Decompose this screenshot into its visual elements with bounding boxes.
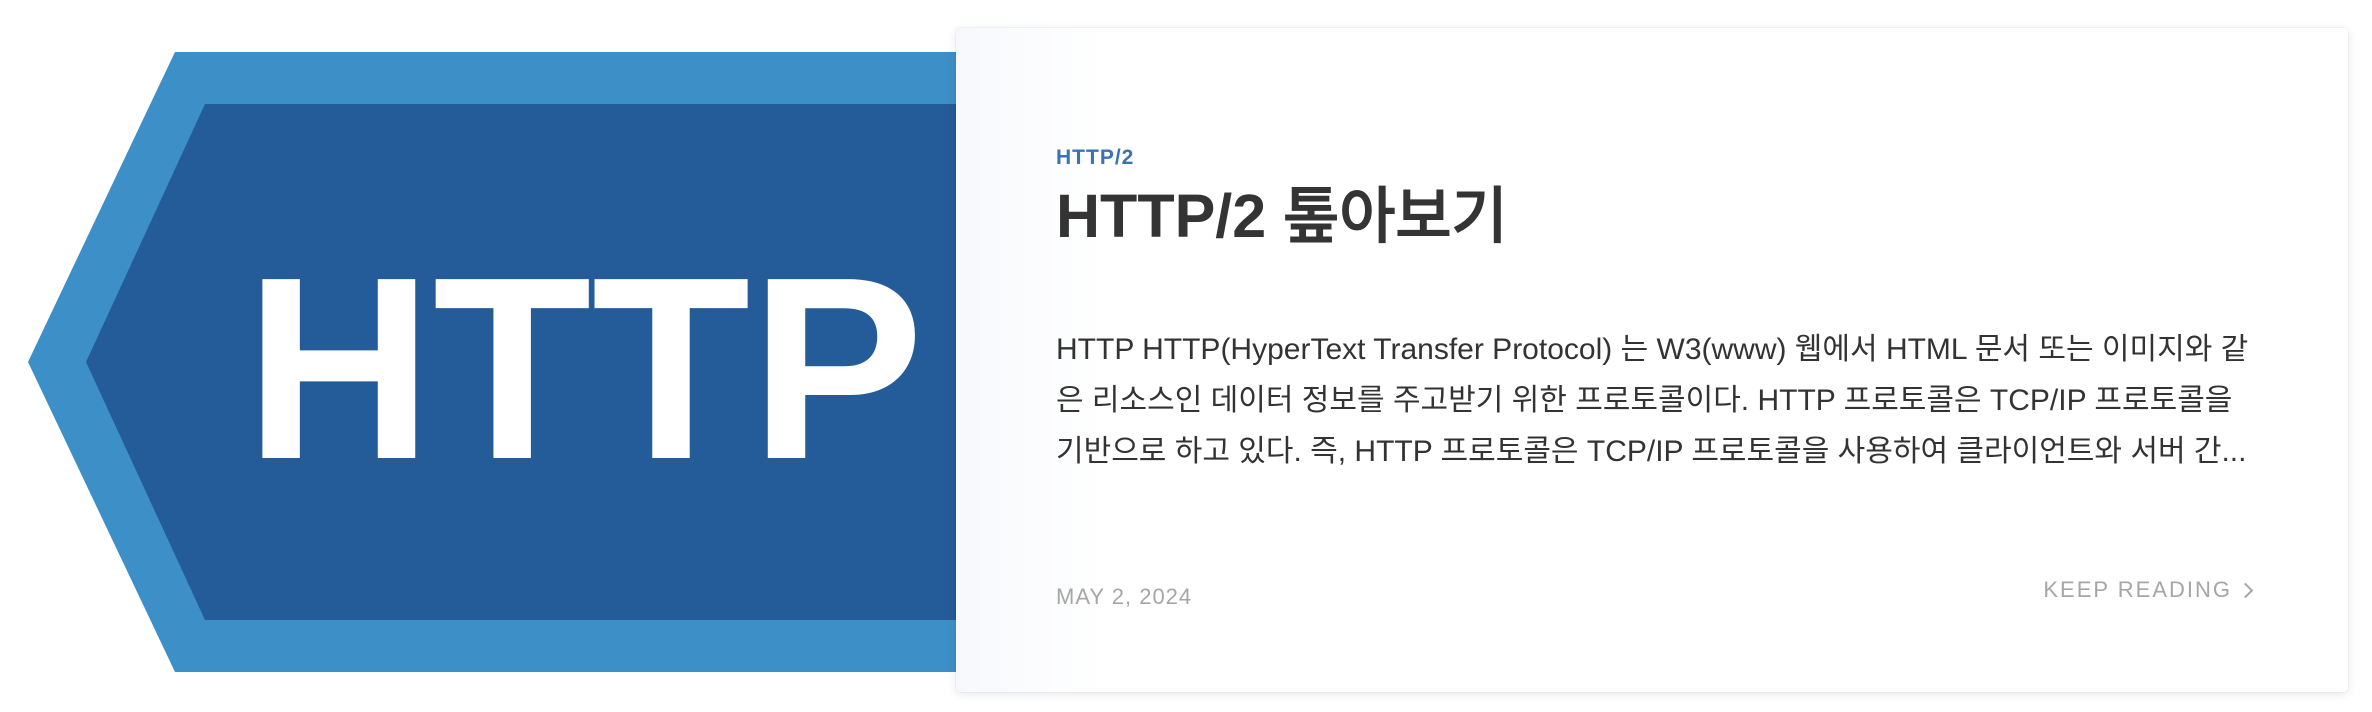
post-title[interactable]: HTTP/2 톺아보기 bbox=[1056, 180, 2256, 253]
post-card: HTTP/2 HTTP/2 톺아보기 HTTP HTTP(HyperText T… bbox=[956, 28, 2348, 692]
chevron-right-icon bbox=[2237, 582, 2254, 599]
post-preview: HTTP HTTP/2 HTTP/2 톺아보기 HTTP HTTP(HyperT… bbox=[0, 0, 2372, 712]
post-date: MAY 2, 2024 bbox=[1056, 584, 1193, 609]
keep-reading-label: KEEP READING bbox=[2043, 577, 2232, 602]
post-category-link[interactable]: HTTP/2 bbox=[1056, 146, 1134, 170]
post-excerpt: HTTP HTTP(HyperText Transfer Protocol) 는… bbox=[1056, 333, 2249, 468]
post-thumbnail[interactable]: HTTP bbox=[0, 0, 1100, 712]
logo-text: HTTP bbox=[245, 224, 924, 514]
keep-reading-link[interactable]: KEEP READING bbox=[2043, 577, 2254, 603]
http-logo-image: HTTP bbox=[28, 52, 1100, 672]
